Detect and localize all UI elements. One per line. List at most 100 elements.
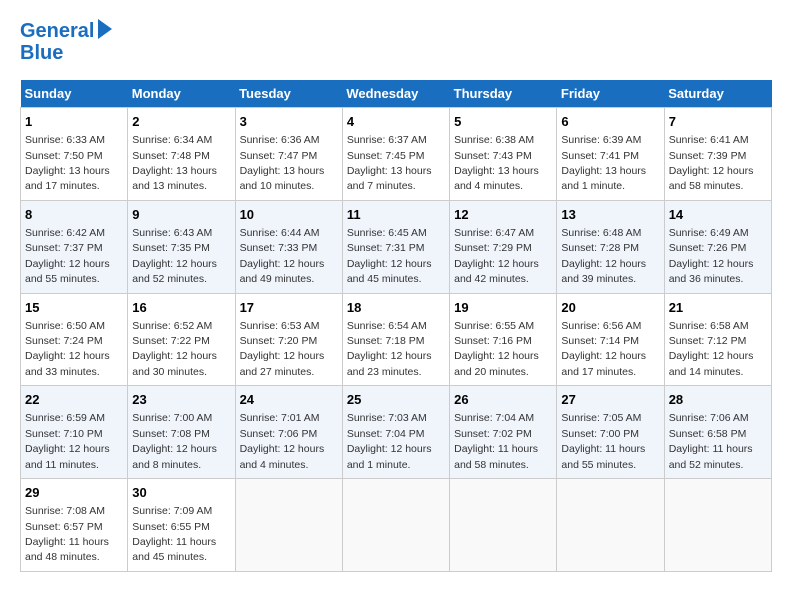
calendar-cell: 22 Sunrise: 6:59 AM Sunset: 7:10 PM Dayli… — [21, 386, 128, 479]
day-info: Sunrise: 6:49 AM Sunset: 7:26 PM Dayligh… — [669, 227, 754, 285]
day-info: Sunrise: 6:48 AM Sunset: 7:28 PM Dayligh… — [561, 227, 646, 285]
day-number: 25 — [347, 391, 445, 409]
calendar-week-3: 15 Sunrise: 6:50 AM Sunset: 7:24 PM Dayli… — [21, 293, 772, 386]
weekday-header-monday: Monday — [128, 80, 235, 108]
calendar-cell — [342, 479, 449, 572]
calendar-cell: 25 Sunrise: 7:03 AM Sunset: 7:04 PM Dayli… — [342, 386, 449, 479]
calendar-cell: 30Sunrise: 7:09 AM Sunset: 6:55 PM Dayli… — [128, 479, 235, 572]
calendar-cell: 3 Sunrise: 6:36 AM Sunset: 7:47 PM Daylig… — [235, 108, 342, 201]
day-number: 3 — [240, 113, 338, 131]
logo: General Blue — [20, 20, 112, 64]
day-info: Sunrise: 6:44 AM Sunset: 7:33 PM Dayligh… — [240, 227, 325, 285]
calendar-cell: 2Sunrise: 6:34 AM Sunset: 7:48 PM Daylig… — [128, 108, 235, 201]
day-number: 16 — [132, 299, 230, 317]
day-info: Sunrise: 6:39 AM Sunset: 7:41 PM Dayligh… — [561, 134, 646, 192]
day-info: Sunrise: 7:04 AM Sunset: 7:02 PM Dayligh… — [454, 412, 538, 470]
day-info: Sunrise: 6:53 AM Sunset: 7:20 PM Dayligh… — [240, 320, 325, 378]
calendar-cell: 10 Sunrise: 6:44 AM Sunset: 7:33 PM Dayli… — [235, 200, 342, 293]
day-number: 7 — [669, 113, 767, 131]
calendar-cell: 24 Sunrise: 7:01 AM Sunset: 7:06 PM Dayli… — [235, 386, 342, 479]
day-info: Sunrise: 7:05 AM Sunset: 7:00 PM Dayligh… — [561, 412, 645, 470]
calendar-cell: 11 Sunrise: 6:45 AM Sunset: 7:31 PM Dayli… — [342, 200, 449, 293]
weekday-header-row: SundayMondayTuesdayWednesdayThursdayFrid… — [21, 80, 772, 108]
day-number: 2 — [132, 113, 230, 131]
calendar-cell: 21 Sunrise: 6:58 AM Sunset: 7:12 PM Dayli… — [664, 293, 771, 386]
day-number: 17 — [240, 299, 338, 317]
day-number: 21 — [669, 299, 767, 317]
calendar-cell — [557, 479, 664, 572]
day-info: Sunrise: 6:59 AM Sunset: 7:10 PM Dayligh… — [25, 412, 110, 470]
day-number: 23 — [132, 391, 230, 409]
day-info: Sunrise: 7:06 AM Sunset: 6:58 PM Dayligh… — [669, 412, 753, 470]
day-number: 28 — [669, 391, 767, 409]
calendar-table: SundayMondayTuesdayWednesdayThursdayFrid… — [20, 80, 772, 572]
day-info: Sunrise: 6:50 AM Sunset: 7:24 PM Dayligh… — [25, 320, 110, 378]
calendar-cell — [235, 479, 342, 572]
day-number: 22 — [25, 391, 123, 409]
calendar-cell: 17 Sunrise: 6:53 AM Sunset: 7:20 PM Dayli… — [235, 293, 342, 386]
day-info: Sunrise: 6:52 AM Sunset: 7:22 PM Dayligh… — [132, 320, 217, 378]
day-number: 10 — [240, 206, 338, 224]
calendar-cell: 14 Sunrise: 6:49 AM Sunset: 7:26 PM Dayli… — [664, 200, 771, 293]
day-number: 1 — [25, 113, 123, 131]
day-number: 15 — [25, 299, 123, 317]
day-number: 11 — [347, 206, 445, 224]
logo-general: General — [20, 20, 94, 42]
calendar-week-5: 29 Sunrise: 7:08 AM Sunset: 6:57 PM Dayli… — [21, 479, 772, 572]
calendar-week-2: 8 Sunrise: 6:42 AM Sunset: 7:37 PM Daylig… — [21, 200, 772, 293]
calendar-cell: 5 Sunrise: 6:38 AM Sunset: 7:43 PM Daylig… — [450, 108, 557, 201]
calendar-cell: 13 Sunrise: 6:48 AM Sunset: 7:28 PM Dayli… — [557, 200, 664, 293]
day-number: 26 — [454, 391, 552, 409]
day-number: 24 — [240, 391, 338, 409]
calendar-cell: 8 Sunrise: 6:42 AM Sunset: 7:37 PM Daylig… — [21, 200, 128, 293]
day-info: Sunrise: 7:08 AM Sunset: 6:57 PM Dayligh… — [25, 505, 109, 563]
weekday-header-thursday: Thursday — [450, 80, 557, 108]
page-header: General Blue — [20, 20, 772, 64]
day-info: Sunrise: 6:43 AM Sunset: 7:35 PM Dayligh… — [132, 227, 217, 285]
day-info: Sunrise: 6:36 AM Sunset: 7:47 PM Dayligh… — [240, 134, 325, 192]
calendar-cell: 18 Sunrise: 6:54 AM Sunset: 7:18 PM Dayli… — [342, 293, 449, 386]
day-info: Sunrise: 6:55 AM Sunset: 7:16 PM Dayligh… — [454, 320, 539, 378]
day-number: 18 — [347, 299, 445, 317]
logo-text: General — [20, 20, 94, 42]
day-number: 12 — [454, 206, 552, 224]
day-info: Sunrise: 6:45 AM Sunset: 7:31 PM Dayligh… — [347, 227, 432, 285]
calendar-cell: 20Sunrise: 6:56 AM Sunset: 7:14 PM Dayli… — [557, 293, 664, 386]
calendar-cell: 12Sunrise: 6:47 AM Sunset: 7:29 PM Dayli… — [450, 200, 557, 293]
day-info: Sunrise: 7:00 AM Sunset: 7:08 PM Dayligh… — [132, 412, 217, 470]
day-info: Sunrise: 6:54 AM Sunset: 7:18 PM Dayligh… — [347, 320, 432, 378]
day-number: 5 — [454, 113, 552, 131]
logo-arrow-icon — [98, 19, 112, 39]
calendar-cell: 23 Sunrise: 7:00 AM Sunset: 7:08 PM Dayli… — [128, 386, 235, 479]
day-number: 8 — [25, 206, 123, 224]
day-info: Sunrise: 6:42 AM Sunset: 7:37 PM Dayligh… — [25, 227, 110, 285]
weekday-header-tuesday: Tuesday — [235, 80, 342, 108]
day-info: Sunrise: 7:03 AM Sunset: 7:04 PM Dayligh… — [347, 412, 432, 470]
day-number: 19 — [454, 299, 552, 317]
calendar-week-1: 1Sunrise: 6:33 AM Sunset: 7:50 PM Daylig… — [21, 108, 772, 201]
calendar-cell: 19 Sunrise: 6:55 AM Sunset: 7:16 PM Dayli… — [450, 293, 557, 386]
calendar-cell: 27 Sunrise: 7:05 AM Sunset: 7:00 PM Dayli… — [557, 386, 664, 479]
calendar-cell — [450, 479, 557, 572]
day-number: 27 — [561, 391, 659, 409]
day-info: Sunrise: 6:38 AM Sunset: 7:43 PM Dayligh… — [454, 134, 539, 192]
weekday-header-wednesday: Wednesday — [342, 80, 449, 108]
day-number: 20 — [561, 299, 659, 317]
calendar-cell: 4Sunrise: 6:37 AM Sunset: 7:45 PM Daylig… — [342, 108, 449, 201]
day-number: 29 — [25, 484, 123, 502]
calendar-cell: 15 Sunrise: 6:50 AM Sunset: 7:24 PM Dayli… — [21, 293, 128, 386]
day-info: Sunrise: 7:01 AM Sunset: 7:06 PM Dayligh… — [240, 412, 325, 470]
calendar-cell: 7Sunrise: 6:41 AM Sunset: 7:39 PM Daylig… — [664, 108, 771, 201]
day-number: 30 — [132, 484, 230, 502]
calendar-cell: 6Sunrise: 6:39 AM Sunset: 7:41 PM Daylig… — [557, 108, 664, 201]
day-number: 13 — [561, 206, 659, 224]
calendar-cell: 28 Sunrise: 7:06 AM Sunset: 6:58 PM Dayli… — [664, 386, 771, 479]
day-info: Sunrise: 6:58 AM Sunset: 7:12 PM Dayligh… — [669, 320, 754, 378]
weekday-header-friday: Friday — [557, 80, 664, 108]
day-number: 14 — [669, 206, 767, 224]
logo-blue: Blue — [20, 42, 112, 64]
day-number: 9 — [132, 206, 230, 224]
weekday-header-sunday: Sunday — [21, 80, 128, 108]
day-number: 4 — [347, 113, 445, 131]
calendar-cell: 1Sunrise: 6:33 AM Sunset: 7:50 PM Daylig… — [21, 108, 128, 201]
